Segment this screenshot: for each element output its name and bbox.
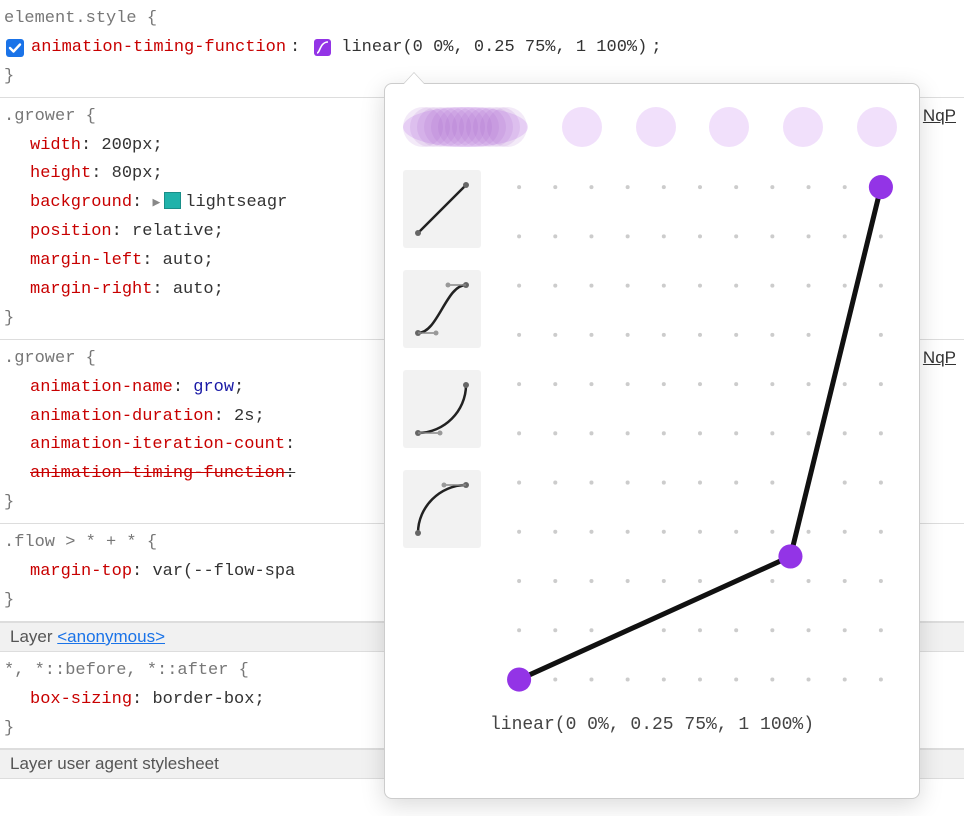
- expand-arrow-icon[interactable]: ▶: [152, 192, 160, 214]
- preset-linear[interactable]: [403, 170, 481, 248]
- easing-editor-popover: linear(0 0%, 0.25 75%, 1 100%): [384, 83, 920, 799]
- easing-value-label: linear(0 0%, 0.25 75%, 1 100%): [403, 703, 901, 741]
- preset-ease-in-out[interactable]: [403, 270, 481, 348]
- color-swatch-icon[interactable]: [164, 192, 181, 209]
- selector: .grower: [4, 107, 75, 126]
- preset-ease-out[interactable]: [403, 470, 481, 548]
- animation-preview-ball: [783, 107, 823, 147]
- preset-ease-in[interactable]: [403, 370, 481, 448]
- selector: element.style: [4, 9, 137, 28]
- animation-preview-ball: [857, 107, 897, 147]
- animation-preview-ball: [636, 107, 676, 147]
- source-link[interactable]: NqP: [923, 102, 956, 131]
- source-link[interactable]: NqP: [923, 344, 956, 373]
- easing-control-point[interactable]: [869, 175, 893, 199]
- property-name[interactable]: animation-timing-function: [31, 34, 286, 63]
- animation-preview-track: [403, 102, 901, 152]
- animation-preview-ball: [403, 107, 528, 147]
- easing-control-point[interactable]: [778, 544, 802, 568]
- selector: *, *::before, *::after: [4, 661, 228, 680]
- easing-swatch-icon[interactable]: [314, 39, 331, 56]
- animation-preview-ball: [562, 107, 602, 147]
- property-toggle-checkbox[interactable]: [6, 39, 24, 57]
- property-value[interactable]: linear(0 0%, 0.25 75%, 1 100%): [341, 34, 647, 63]
- animation-preview-ball: [709, 107, 749, 147]
- easing-control-point[interactable]: [507, 667, 531, 691]
- selector: .grower: [4, 349, 75, 368]
- layer-link[interactable]: <anonymous>: [57, 627, 165, 646]
- preset-list: [403, 164, 481, 703]
- popover-arrow-icon: [403, 73, 425, 85]
- selector: .flow > * + *: [4, 533, 137, 552]
- easing-curve-editor[interactable]: [499, 164, 901, 703]
